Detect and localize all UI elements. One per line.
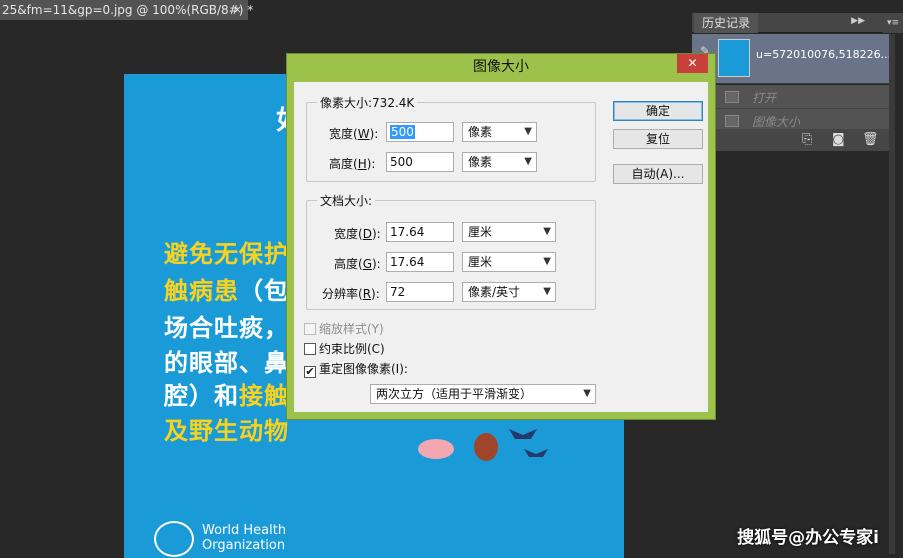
chevron-down-icon: ▼	[543, 286, 551, 297]
resample-method-select[interactable]: 两次立方（适用于平滑渐变） ▼	[370, 384, 596, 404]
pixel-width-input[interactable]: 500	[386, 122, 454, 142]
chevron-down-icon: ▼	[543, 226, 551, 237]
watermark: 搜狐号@办公专家i	[737, 528, 879, 548]
doc-width-unit-select[interactable]: 厘米 ▼	[462, 222, 556, 242]
doc-height-unit-select[interactable]: 厘米 ▼	[462, 252, 556, 272]
poster-line: 腔）和接触	[164, 382, 289, 410]
pixel-height-label: 高度(H):	[329, 157, 376, 171]
close-tab-icon[interactable]: ×	[233, 0, 242, 20]
collapse-icon[interactable]: ▶▶	[851, 16, 865, 26]
history-panel-header: 历史记录 ▶▶	[692, 13, 895, 33]
doc-width-input[interactable]: 17.64	[386, 222, 454, 242]
poster-line: 的眼部、鼻	[164, 349, 289, 377]
document-tab[interactable]: 25&fm=11&gp=0.jpg @ 100%(RGB/8#) * ×	[0, 0, 253, 20]
document-tab-title: 25&fm=11&gp=0.jpg @ 100%(RGB/8#) *	[2, 3, 254, 17]
auto-button[interactable]: 自动(A)...	[613, 164, 703, 184]
image-size-dialog: 图像大小 ✕ 像素大小:732.4K 宽度(W): 500 像素 ▼ 高度(H):…	[286, 53, 716, 420]
resolution-input[interactable]: 72	[386, 282, 454, 302]
resolution-unit-select[interactable]: 像素/英寸 ▼	[462, 282, 556, 302]
snapshot-name: u=572010076,518226...	[756, 48, 892, 61]
history-panel: 历史记录 ▶▶ ▾≡ ✎ u=572010076,518226... 打开 图像…	[692, 13, 903, 558]
resample-image-checkbox[interactable]: ✔ 重定图像像素(I):	[304, 360, 408, 378]
panel-scrollbar[interactable]	[889, 34, 895, 554]
snapshot-thumbnail	[718, 39, 750, 77]
pig-shape	[418, 439, 454, 459]
chevron-down-icon: ▼	[524, 126, 532, 137]
tab-history[interactable]: 历史记录	[694, 13, 759, 33]
dialog-title: 图像大小	[473, 59, 529, 75]
history-item[interactable]: 打开	[692, 85, 889, 109]
image-size-icon	[725, 115, 739, 127]
resolution-label: 分辨率(R):	[322, 287, 380, 301]
pixel-dimensions-legend: 像素大小:732.4K	[320, 96, 415, 110]
poster-line: 及野生动物	[164, 417, 289, 445]
chevron-down-icon: ▼	[543, 256, 551, 267]
who-name-line1: World Health	[202, 523, 287, 538]
reset-button[interactable]: 复位	[613, 129, 703, 149]
document-size-legend: 文档大小:	[320, 194, 373, 208]
open-document-icon	[725, 91, 739, 103]
pixel-width-unit-select[interactable]: 像素 ▼	[462, 122, 537, 142]
bat-shape	[509, 429, 537, 439]
doc-height-input[interactable]: 17.64	[386, 252, 454, 272]
poster-line: 触病患（包	[164, 277, 289, 305]
poster-line: 避免无保护	[164, 240, 289, 268]
trash-icon[interactable]: 🗑	[862, 132, 879, 147]
history-toolbar: ⎘ ◙ 🗑	[692, 129, 889, 151]
ok-button[interactable]: 确定	[613, 101, 703, 121]
camera-icon[interactable]: ◙	[832, 132, 845, 147]
who-name-line2: Organization	[202, 538, 286, 553]
chevron-down-icon: ▼	[583, 388, 591, 399]
constrain-proportions-checkbox[interactable]: 约束比例(C)	[304, 340, 385, 357]
bat-shape	[524, 449, 548, 457]
scale-styles-checkbox[interactable]: 缩放样式(Y)	[304, 320, 384, 337]
animals-illustration	[418, 429, 548, 461]
history-snapshot[interactable]: ✎ u=572010076,518226...	[692, 34, 892, 84]
chevron-down-icon: ▼	[524, 156, 532, 167]
pixel-width-label: 宽度(W):	[329, 127, 379, 141]
poster-line: 场合吐痰，	[164, 314, 289, 342]
pixel-height-input[interactable]: 500	[386, 152, 454, 172]
doc-width-label: 宽度(D):	[334, 227, 381, 241]
dialog-body: 像素大小:732.4K 宽度(W): 500 像素 ▼ 高度(H): 500 像素…	[294, 82, 708, 412]
who-emblem-icon	[154, 521, 194, 557]
chicken-shape	[474, 433, 498, 461]
new-document-from-state-icon[interactable]: ⎘	[802, 132, 812, 147]
doc-height-label: 高度(G):	[334, 257, 381, 271]
close-icon[interactable]: ✕	[677, 54, 708, 73]
pixel-height-unit-select[interactable]: 像素 ▼	[462, 152, 537, 172]
panel-menu-icon[interactable]: ▾≡	[883, 13, 903, 33]
